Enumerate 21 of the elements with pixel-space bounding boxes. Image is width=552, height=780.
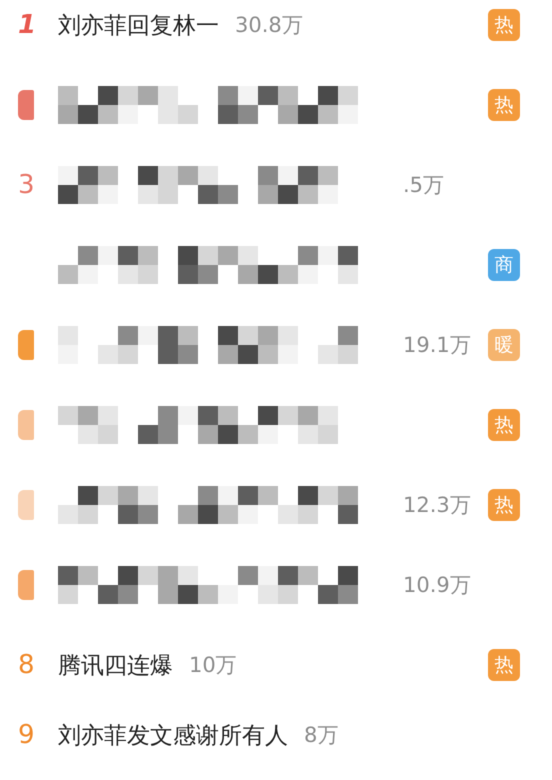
tag-badge: 热 — [488, 89, 520, 121]
rank-number: 8 — [18, 650, 36, 680]
tag-badge: 热 — [488, 409, 520, 441]
heat-count: 19.1万 — [403, 332, 471, 359]
topic-title[interactable]: 腾讯四连爆 — [58, 650, 173, 680]
tag-badge: 商 — [488, 249, 520, 281]
heat-count: 10.9万 — [403, 572, 471, 599]
tag-badge: 暖 — [488, 329, 520, 361]
tag-badge: 热 — [488, 9, 520, 41]
heat-count: 30.8万 — [235, 12, 303, 39]
topic-title[interactable]: 刘亦菲发文感谢所有人 — [58, 720, 288, 750]
tag-badge: 热 — [488, 489, 520, 521]
rank-number: 1 — [18, 10, 38, 40]
heat-count: 10万 — [189, 652, 237, 679]
rank-number: 9 — [18, 720, 36, 750]
rank-number: 3 — [18, 170, 36, 200]
heat-count: 8万 — [304, 722, 338, 749]
topic-title[interactable]: 刘亦菲回复林一 — [58, 10, 219, 40]
tag-badge: 热 — [488, 649, 520, 681]
heat-count: .5万 — [403, 172, 444, 199]
heat-count: 12.3万 — [403, 492, 471, 519]
